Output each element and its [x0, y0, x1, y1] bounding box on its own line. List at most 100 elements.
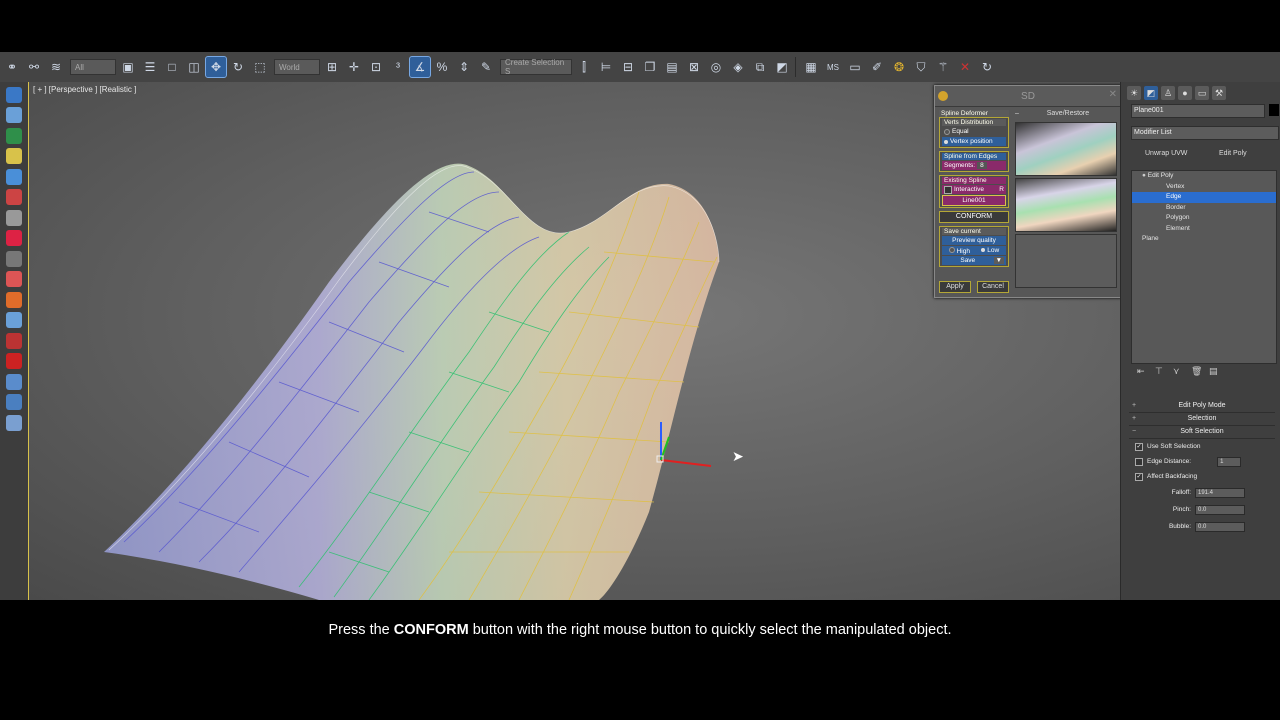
stack-item-edge[interactable]: Edge: [1132, 192, 1276, 203]
refresh-icon[interactable]: ↻: [977, 57, 997, 77]
wand-icon[interactable]: ⚚: [933, 57, 953, 77]
close-icon[interactable]: ✕: [1109, 89, 1117, 100]
make-unique-icon[interactable]: ⋎: [1173, 366, 1183, 376]
preview-thumbnail-empty[interactable]: [1015, 234, 1117, 288]
pivot-icon[interactable]: ⊞: [322, 57, 342, 77]
rollout-soft-selection[interactable]: − Soft Selection: [1129, 426, 1275, 439]
script-icon[interactable]: ▦: [801, 57, 821, 77]
angle-snap-icon[interactable]: ∡: [409, 56, 431, 78]
globe-icon[interactable]: [6, 168, 22, 185]
ref-coord-dropdown[interactable]: World: [274, 59, 320, 75]
schematic-view-icon[interactable]: ◎: [706, 57, 726, 77]
maxscript-icon[interactable]: MS: [823, 57, 843, 77]
quick-align-icon[interactable]: ⊟: [618, 57, 638, 77]
align-icon[interactable]: ⊨: [596, 57, 616, 77]
stack-item-plane[interactable]: Plane: [1132, 234, 1276, 245]
tool-pink-icon[interactable]: [6, 230, 22, 246]
curve-editor-icon[interactable]: ⊠: [684, 57, 704, 77]
preview-thumbnail-2[interactable]: [1015, 178, 1117, 232]
vertex-position-radio[interactable]: Vertex position: [942, 137, 1006, 146]
tool-red-icon[interactable]: [6, 189, 22, 205]
keyboard-shortcut-icon[interactable]: ⊡: [366, 57, 386, 77]
collapse-icon[interactable]: –: [1015, 110, 1019, 117]
segments-spinner[interactable]: Segments: 8: [942, 161, 1006, 170]
create-tab-icon[interactable]: ☀: [1127, 86, 1141, 100]
edge-distance-spinner[interactable]: 1: [1217, 456, 1242, 467]
tool-tree-icon[interactable]: [6, 414, 22, 431]
edge-distance-checkbox[interactable]: Edge Distance: 1: [1129, 454, 1275, 469]
bind-icon[interactable]: ≋: [46, 57, 66, 77]
tool-blue-icon[interactable]: [6, 312, 22, 328]
save-dropdown-icon[interactable]: ▼: [993, 257, 1004, 264]
move-icon[interactable]: ✥: [205, 56, 227, 78]
stack-item-edit-poly[interactable]: ● Edit Poly: [1132, 171, 1276, 182]
shield-icon[interactable]: ⛉: [911, 57, 931, 77]
tool-gear-icon[interactable]: [6, 373, 22, 390]
low-radio[interactable]: Low: [981, 247, 999, 254]
object-color-swatch[interactable]: [1269, 104, 1279, 116]
rect-region-icon[interactable]: □: [162, 57, 182, 77]
mirror-icon[interactable]: ⫿: [574, 57, 594, 77]
rollout-edit-poly-mode[interactable]: + Edit Poly Mode: [1129, 400, 1275, 413]
save-button[interactable]: Save: [944, 257, 992, 264]
affect-backfacing-checkbox[interactable]: ✓ Affect Backfacing: [1129, 469, 1275, 484]
apply-button[interactable]: Apply: [939, 281, 971, 293]
interactive-checkbox[interactable]: Interactive R: [942, 185, 1006, 194]
display-tab-icon[interactable]: ▭: [1195, 86, 1209, 100]
plugin-sd-icon[interactable]: ❂: [889, 57, 909, 77]
ribbon-icon[interactable]: ▤: [662, 57, 682, 77]
tool-stripes-icon[interactable]: [6, 353, 22, 369]
unlink-icon[interactable]: ⚯: [24, 57, 44, 77]
window-crossing-icon[interactable]: ◫: [184, 57, 204, 77]
modifier-list-dropdown[interactable]: Modifier List: [1131, 126, 1279, 140]
modify-tab-icon[interactable]: ◩: [1144, 86, 1158, 100]
tool-dark-red-icon[interactable]: [6, 332, 22, 349]
select-object-icon[interactable]: ▣: [118, 57, 138, 77]
configure-sets-icon[interactable]: ▤: [1209, 366, 1219, 376]
select-manipulate-icon[interactable]: ✛: [344, 57, 364, 77]
snap-icon[interactable]: ³: [388, 57, 408, 77]
stack-item-vertex[interactable]: Vertex: [1132, 182, 1276, 193]
motion-tab-icon[interactable]: ●: [1178, 86, 1192, 100]
grid-icon[interactable]: ▭: [845, 57, 865, 77]
rotate-icon[interactable]: ↻: [228, 57, 248, 77]
render-setup-icon[interactable]: ⧉: [750, 57, 770, 77]
quality-radios[interactable]: High Low: [942, 246, 1006, 255]
tool-grey-icon[interactable]: [6, 209, 22, 226]
show-end-result-icon[interactable]: ⊤: [1155, 366, 1165, 376]
pen-icon[interactable]: ✐: [867, 57, 887, 77]
stack-item-polygon[interactable]: Polygon: [1132, 213, 1276, 224]
hierarchy-tab-icon[interactable]: ♙: [1161, 86, 1175, 100]
use-soft-selection-checkbox[interactable]: ✓ Use Soft Selection: [1129, 439, 1275, 454]
tool-rose-icon[interactable]: [6, 271, 22, 287]
edit-named-selection-icon[interactable]: ✎: [476, 57, 496, 77]
percent-snap-icon[interactable]: %: [432, 57, 452, 77]
spline-deformer-window[interactable]: SD ✕ Spline Deformer Verts Distribution …: [934, 85, 1122, 298]
conform-button[interactable]: CONFORM: [939, 211, 1009, 223]
equal-radio[interactable]: Equal: [942, 127, 1006, 136]
segments-value[interactable]: 8: [977, 162, 987, 169]
sd-titlebar[interactable]: SD ✕: [935, 86, 1121, 107]
stack-item-border[interactable]: Border: [1132, 203, 1276, 214]
stack-item-element[interactable]: Element: [1132, 224, 1276, 235]
pin-stack-icon[interactable]: ⇤: [1137, 366, 1147, 376]
scale-icon[interactable]: ⬚: [250, 57, 270, 77]
modify-tool-icon[interactable]: [6, 107, 22, 123]
remove-modifier-icon[interactable]: 🗑: [1191, 366, 1202, 376]
select-by-name-icon[interactable]: ☰: [140, 57, 160, 77]
helper-icon[interactable]: [6, 127, 22, 144]
layer-manager-icon[interactable]: ❐: [640, 57, 660, 77]
close-red-icon[interactable]: ✕: [955, 57, 975, 77]
named-selection-dropdown[interactable]: Create Selection S: [500, 58, 572, 76]
cancel-button[interactable]: Cancel: [977, 281, 1009, 293]
utilities-tab-icon[interactable]: ⚒: [1212, 86, 1226, 100]
material-editor-icon[interactable]: ◈: [728, 57, 748, 77]
gizmo-x-axis[interactable]: [660, 459, 712, 467]
high-radio[interactable]: High: [948, 246, 970, 255]
object-name-field[interactable]: Plane001: [1131, 104, 1265, 118]
falloff-spinner[interactable]: 191.4: [1195, 487, 1245, 498]
rollout-selection[interactable]: + Selection: [1129, 413, 1275, 426]
preview-thumbnail-1[interactable]: [1015, 122, 1117, 176]
link-icon[interactable]: ⚭: [2, 57, 22, 77]
render-frame-icon[interactable]: ◩: [772, 57, 792, 77]
